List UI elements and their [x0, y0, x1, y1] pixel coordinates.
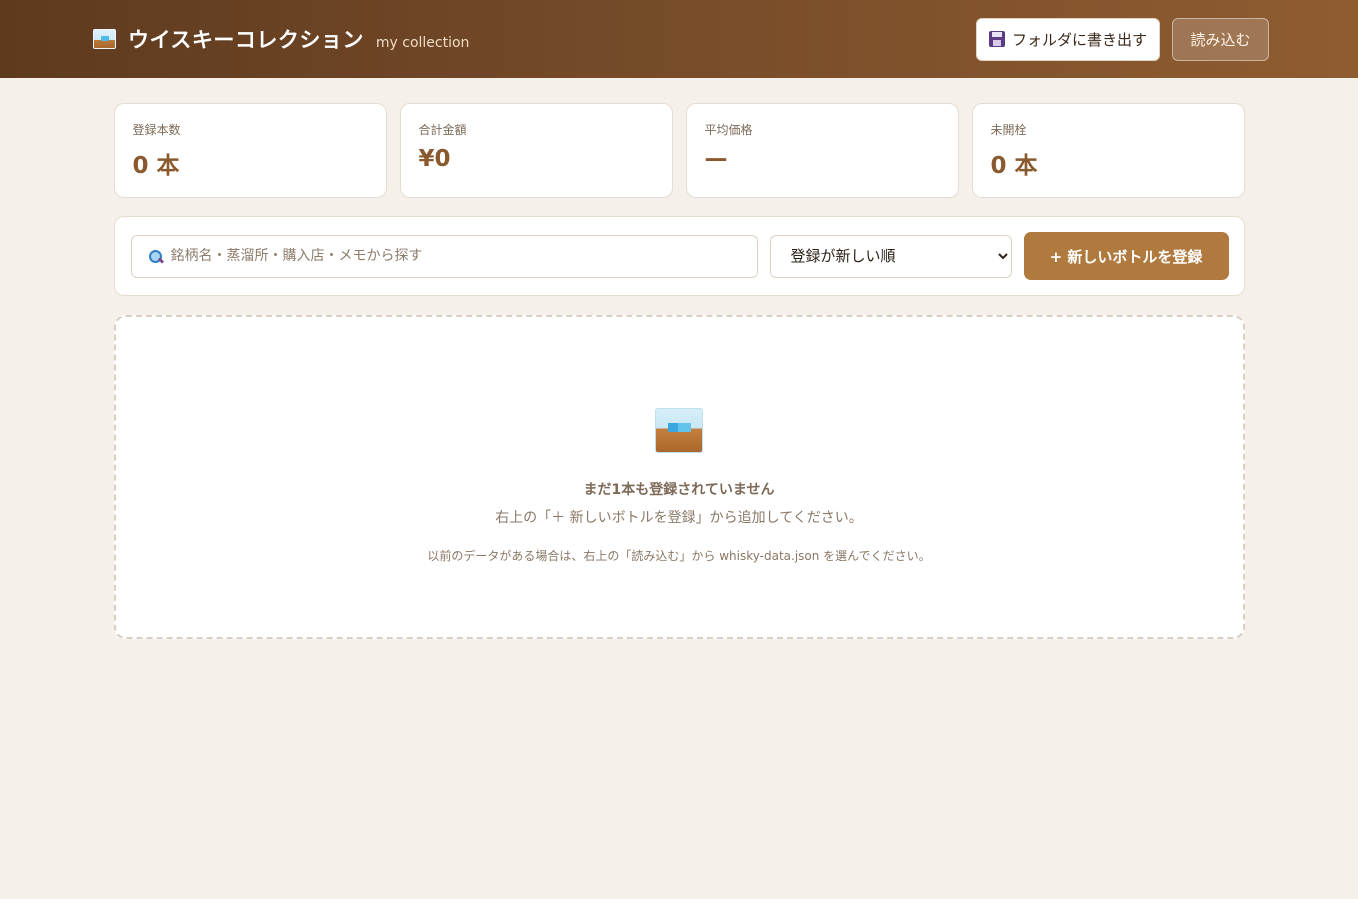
export-folder-label: フォルダに書き出す — [1011, 30, 1147, 49]
stat-card-total: 合計金額 ¥0 — [399, 103, 673, 198]
stat-card-unopened: 未開栓 0 本 — [971, 103, 1245, 198]
app-title: ウイスキーコレクション — [128, 28, 364, 52]
app-subtitle: my collection — [375, 35, 470, 51]
stat-value: ¥0 — [418, 146, 451, 172]
whisky-glass-icon — [93, 29, 116, 49]
toolbar: 登録が新しい順 + 新しいボトルを登録 — [113, 216, 1245, 296]
sort-select[interactable]: 登録が新しい順 — [769, 234, 1012, 278]
stat-card-average: 平均価格 — — [685, 103, 959, 198]
main-content: 登録本数 0 本 合計金額 ¥0 平均価格 — 未開栓 0 本 登録が新しい順 … — [113, 103, 1245, 639]
stat-label: 登録本数 — [132, 123, 181, 137]
stat-value: — — [704, 146, 728, 172]
stat-value: 0 本 — [132, 153, 180, 179]
stat-label: 合計金額 — [418, 123, 467, 137]
search-input[interactable] — [170, 248, 757, 264]
header-actions: フォルダに書き出す 読み込む — [976, 17, 1269, 61]
stat-label: 未開栓 — [990, 123, 1027, 137]
empty-state: まだ1本も登録されていません 右上の「＋ 新しいボトルを登録」から追加してくださ… — [113, 315, 1245, 639]
stats-row: 登録本数 0 本 合計金額 ¥0 平均価格 — 未開栓 0 本 — [113, 103, 1245, 198]
stat-label: 平均価格 — [704, 123, 753, 137]
brand: ウイスキーコレクション my collection — [93, 24, 469, 54]
empty-description: 右上の「＋ 新しいボトルを登録」から追加してください。 — [495, 510, 863, 526]
import-button[interactable]: 読み込む — [1172, 17, 1269, 61]
export-folder-button[interactable]: フォルダに書き出す — [976, 17, 1160, 61]
empty-title: まだ1本も登録されていません — [583, 482, 775, 498]
search-box[interactable] — [130, 234, 758, 278]
stat-card-count: 登録本数 0 本 — [113, 103, 387, 198]
stat-value: 0 本 — [990, 153, 1038, 179]
search-icon — [148, 249, 163, 264]
add-bottle-button[interactable]: + 新しいボトルを登録 — [1023, 232, 1229, 280]
app-header: ウイスキーコレクション my collection フォルダに書き出す 読み込む — [0, 0, 1358, 78]
empty-note: 以前のデータがある場合は、右上の「読み込む」から whisky-data.jso… — [427, 549, 931, 563]
whisky-glass-icon — [655, 408, 703, 453]
floppy-disk-icon — [988, 31, 1005, 47]
